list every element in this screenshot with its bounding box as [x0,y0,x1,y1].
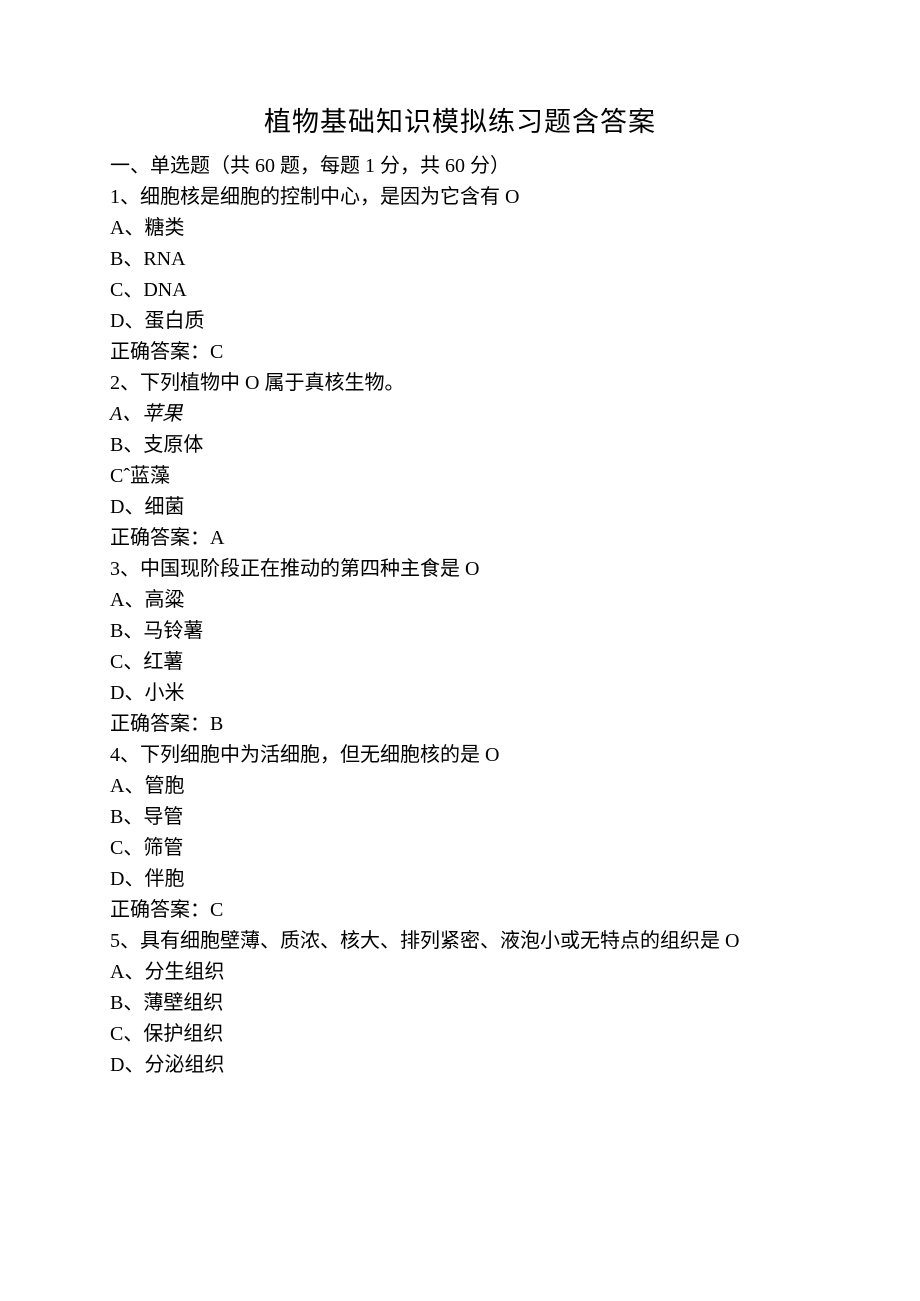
question-stem: 5、具有细胞壁薄、质浓、核大、排列紧密、液泡小或无特点的组织是 O [110,926,810,957]
option-a: A、糖类 [110,213,810,244]
option-b: B、导管 [110,802,810,833]
answer-line: 正确答案：C [110,895,810,926]
document-page: 植物基础知识模拟练习题含答案 一、单选题（共 60 题，每题 1 分，共 60 … [0,0,920,1301]
option-c: Cˆ蓝藻 [110,461,810,492]
option-a: A、分生组织 [110,957,810,988]
option-c: C、保护组织 [110,1019,810,1050]
answer-line: 正确答案：B [110,709,810,740]
question-stem: 2、下列植物中 O 属于真核生物。 [110,368,810,399]
option-b: B、马铃薯 [110,616,810,647]
option-b: B、薄壁组织 [110,988,810,1019]
answer-line: 正确答案：C [110,337,810,368]
option-a: A、高粱 [110,585,810,616]
answer-line: 正确答案：A [110,523,810,554]
option-b: B、RNA [110,244,810,275]
option-c: C、筛管 [110,833,810,864]
option-d: D、蛋白质 [110,306,810,337]
option-a: A、苹果 [110,399,810,430]
option-d: D、伴胞 [110,864,810,895]
question-stem: 3、中国现阶段正在推动的第四种主食是 O [110,554,810,585]
question-stem: 4、下列细胞中为活细胞，但无细胞核的是 O [110,740,810,771]
option-b: B、支原体 [110,430,810,461]
option-d: D、小米 [110,678,810,709]
section-header: 一、单选题（共 60 题，每题 1 分，共 60 分） [110,151,810,182]
option-a: A、管胞 [110,771,810,802]
document-title: 植物基础知识模拟练习题含答案 [110,100,810,139]
question-stem: 1、细胞核是细胞的控制中心，是因为它含有 O [110,182,810,213]
option-c: C、DNA [110,275,810,306]
option-d: D、细菌 [110,492,810,523]
option-d: D、分泌组织 [110,1050,810,1081]
option-c: C、红薯 [110,647,810,678]
